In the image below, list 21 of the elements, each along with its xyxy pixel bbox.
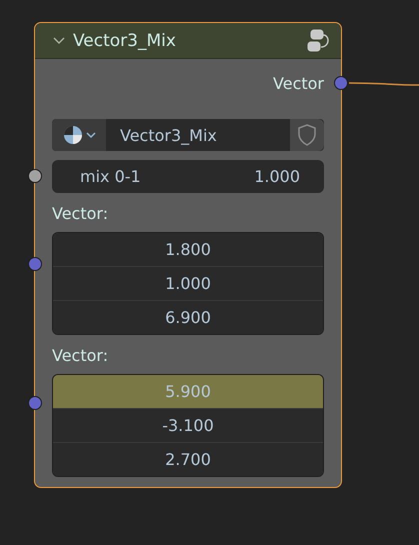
caret-icon: [86, 132, 96, 138]
datablock-browse-button[interactable]: [52, 119, 106, 151]
fake-user-button[interactable]: [290, 119, 324, 151]
vector-component-field[interactable]: 1.000: [53, 266, 323, 300]
node-title: Vector3_Mix: [73, 30, 177, 50]
vector-component-field[interactable]: 6.900: [53, 300, 323, 334]
output-socket[interactable]: [334, 76, 348, 90]
input-label: Vector:: [52, 346, 110, 366]
connection-wire: [349, 82, 419, 86]
input-socket[interactable]: [28, 257, 42, 271]
node-tree-icon: [62, 125, 82, 145]
input-label: Vector:: [52, 204, 110, 224]
value-slider[interactable]: mix 0-1 1.000: [52, 160, 324, 193]
input-socket[interactable]: [28, 396, 42, 410]
input-socket[interactable]: [28, 169, 42, 183]
vector-component-field[interactable]: -3.100: [53, 408, 323, 442]
vector-component-field[interactable]: 2.700: [53, 442, 323, 476]
chevron-icon[interactable]: [53, 36, 65, 44]
vector-component-field[interactable]: 1.800: [53, 233, 323, 266]
output-label: Vector: [273, 74, 324, 92]
node-frame[interactable]: Vector3_Mix Vector Vector3_Mix mix 0-1 1.000 Vector: 1.800 1.000 6.900 Vector: 5.900 -3.100 2.700: [34, 22, 342, 488]
